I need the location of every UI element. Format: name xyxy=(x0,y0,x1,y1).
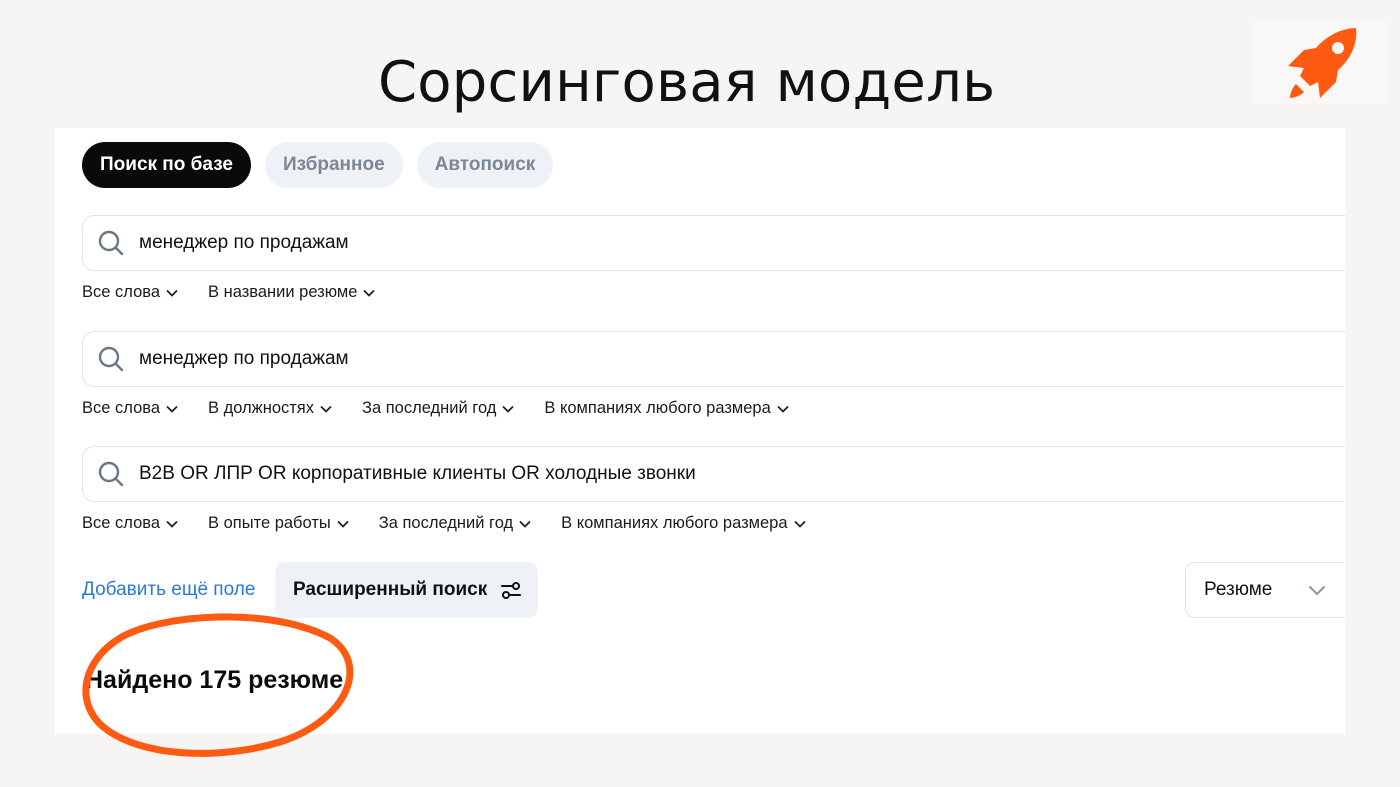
search-input-3[interactable]: B2B OR ЛПР OR корпоративные клиенты OR х… xyxy=(82,446,1345,502)
search-tabs: Поиск по базе Избранное Автопоиск xyxy=(82,142,554,188)
rocket-icon xyxy=(1288,28,1357,98)
filter-search-scope[interactable]: В названии резюме xyxy=(208,283,376,302)
filter-word-mode[interactable]: Все слова xyxy=(82,514,178,533)
add-field-link[interactable]: Добавить ещё поле xyxy=(82,579,255,601)
chevron-down-icon xyxy=(337,520,349,528)
search-icon xyxy=(97,345,125,373)
search-input-value: менеджер по продажам xyxy=(139,232,349,253)
chevron-down-icon xyxy=(363,289,376,297)
chevron-down-icon xyxy=(793,520,806,528)
filter-word-mode[interactable]: Все слова xyxy=(82,283,178,302)
search-input-value: менеджер по продажам xyxy=(139,348,349,369)
search-icon xyxy=(97,229,125,257)
query-block-3: B2B OR ЛПР OR корпоративные клиенты OR х… xyxy=(82,446,1345,533)
filter-company-size[interactable]: В компаниях любого размера xyxy=(561,514,806,533)
chevron-down-icon xyxy=(166,520,178,528)
filter-search-scope[interactable]: В опыте работы xyxy=(208,514,349,533)
filter-search-scope[interactable]: В должностях xyxy=(208,399,332,418)
highlight-circle xyxy=(82,613,354,757)
chevron-down-icon xyxy=(502,405,515,413)
slide-title: Сорсинговая модель xyxy=(378,50,996,115)
query-block-1: менеджер по продажам Все слова В названи… xyxy=(82,215,1345,302)
search-input-value: B2B OR ЛПР OR корпоративные клиенты OR х… xyxy=(139,463,696,484)
query-filters-2: Все слова В должностях За последний год … xyxy=(82,399,1345,418)
query-filters-3: Все слова В опыте работы За последний го… xyxy=(82,514,1345,533)
search-icon xyxy=(97,460,125,488)
filter-period[interactable]: За последний год xyxy=(362,399,515,418)
chevron-down-icon xyxy=(519,520,531,528)
filter-company-size[interactable]: В компаниях любого размера xyxy=(544,399,789,418)
sliders-icon xyxy=(499,578,523,602)
result-type-select[interactable]: Резюме xyxy=(1185,562,1345,618)
chevron-down-icon xyxy=(320,405,332,413)
tab-autosearch[interactable]: Автопоиск xyxy=(416,142,554,188)
filter-period[interactable]: За последний год xyxy=(379,514,531,533)
search-input-1[interactable]: менеджер по продажам xyxy=(82,215,1345,271)
filter-word-mode[interactable]: Все слова xyxy=(82,399,178,418)
tab-favorites[interactable]: Избранное xyxy=(264,142,403,188)
chevron-down-icon xyxy=(1308,585,1326,596)
brand-logo xyxy=(1252,22,1388,104)
tab-database-search[interactable]: Поиск по базе xyxy=(82,142,251,188)
chevron-down-icon xyxy=(166,405,178,413)
query-block-2: менеджер по продажам Все слова В должнос… xyxy=(82,331,1345,418)
chevron-down-icon xyxy=(777,405,789,413)
search-input-2[interactable]: менеджер по продажам xyxy=(82,331,1345,387)
chevron-down-icon xyxy=(166,289,178,297)
query-filters-1: Все слова В названии резюме xyxy=(82,283,1345,302)
